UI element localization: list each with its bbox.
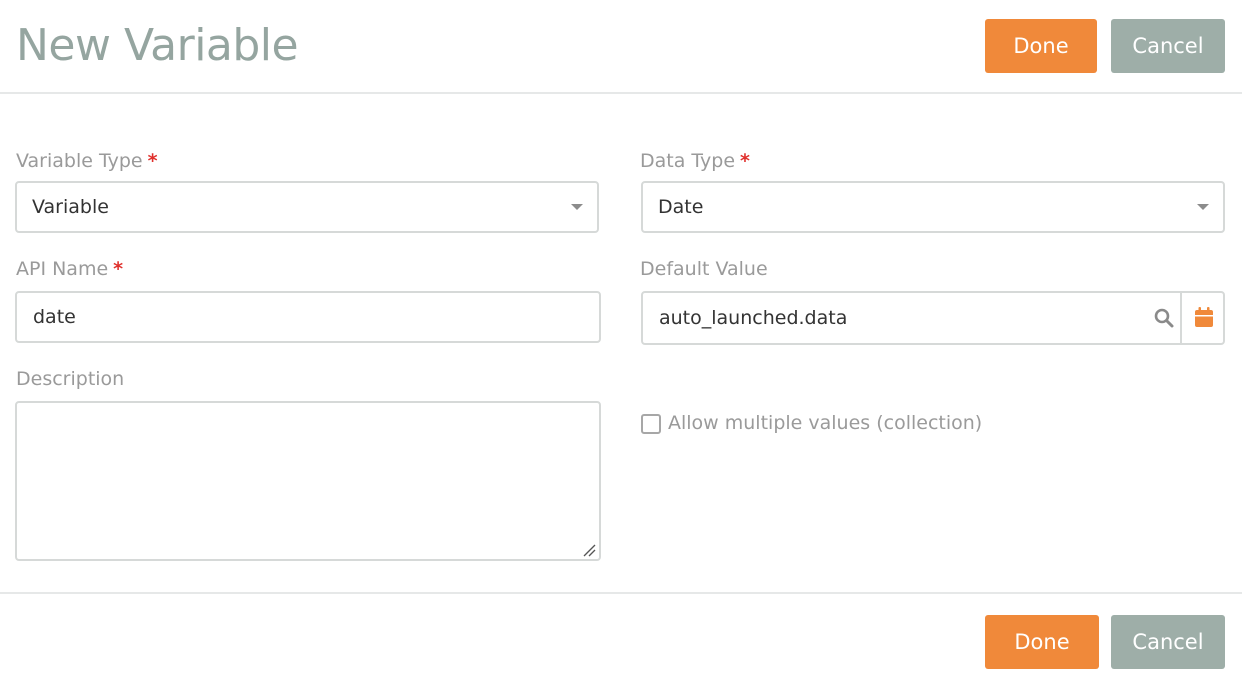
default-value-label: Default Value (640, 258, 768, 280)
search-icon[interactable] (1153, 307, 1175, 329)
caret-down-icon (1197, 204, 1209, 210)
data-type-value: Date (658, 196, 704, 218)
required-mark: * (113, 258, 124, 280)
page-title: New Variable (16, 20, 299, 71)
footer-divider (0, 592, 1242, 594)
caret-down-icon (571, 204, 583, 210)
variable-type-select[interactable]: Variable (15, 181, 599, 233)
api-name-label-text: API Name (16, 258, 109, 280)
resize-handle-icon[interactable] (582, 542, 596, 557)
default-value-text: auto_launched.data (659, 307, 848, 329)
data-type-label: Data Type * (640, 149, 750, 173)
allow-multiple-checkbox[interactable] (641, 414, 661, 434)
footer-done-button[interactable]: Done (985, 615, 1099, 669)
api-name-label: API Name * (16, 257, 123, 281)
calendar-button[interactable] (1180, 293, 1225, 343)
description-textarea[interactable] (15, 401, 601, 561)
variable-type-label-text: Variable Type (16, 150, 143, 172)
api-name-input[interactable]: date (15, 291, 601, 343)
allow-multiple-label[interactable]: Allow multiple values (collection) (668, 411, 982, 435)
api-name-value: date (33, 306, 76, 328)
default-value-input[interactable]: auto_launched.data (641, 291, 1225, 345)
footer-cancel-button[interactable]: Cancel (1111, 615, 1225, 669)
required-mark: * (147, 150, 158, 172)
done-button[interactable]: Done (985, 19, 1097, 73)
calendar-icon (1195, 307, 1213, 327)
variable-type-label: Variable Type * (16, 149, 158, 173)
data-type-label-text: Data Type (640, 150, 736, 172)
variable-type-value: Variable (32, 196, 109, 218)
description-label: Description (16, 368, 125, 390)
modal-header: New Variable Done Cancel (0, 0, 1242, 94)
required-mark: * (740, 150, 750, 172)
data-type-select[interactable]: Date (641, 181, 1225, 233)
cancel-button[interactable]: Cancel (1111, 19, 1225, 73)
